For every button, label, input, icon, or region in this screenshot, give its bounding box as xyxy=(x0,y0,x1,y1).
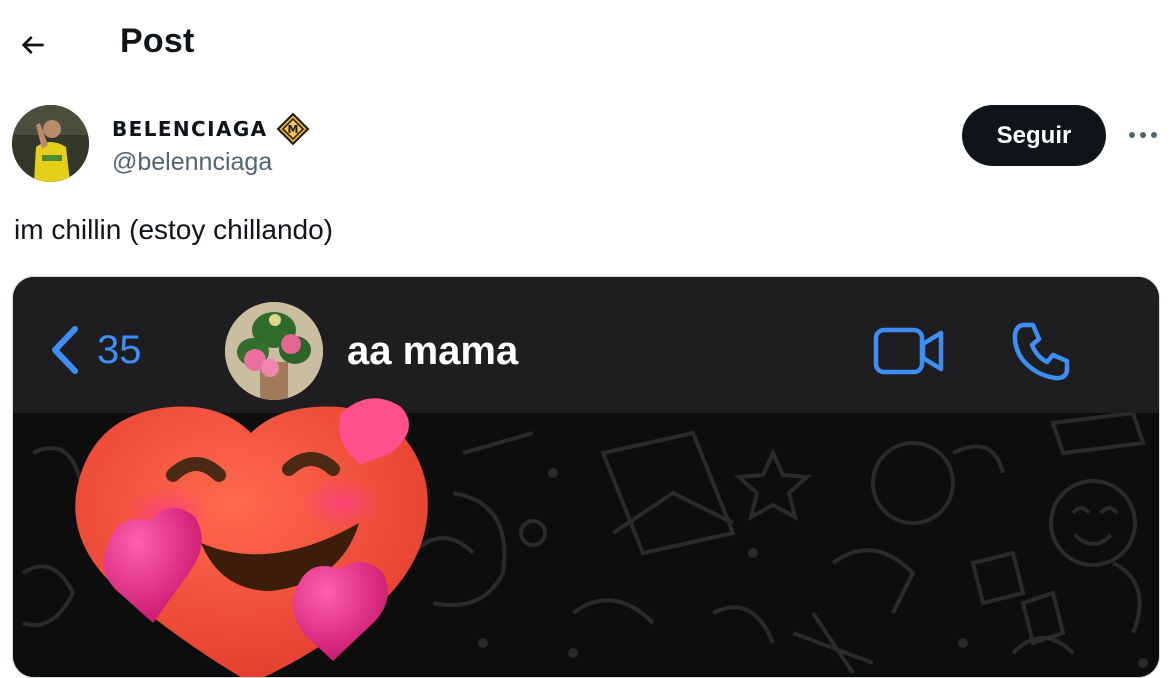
post-media-image[interactable]: 35 aa mama xyxy=(12,276,1160,678)
page-title: Post xyxy=(120,22,195,60)
avatar[interactable] xyxy=(12,105,89,182)
affiliate-badge-icon[interactable]: M xyxy=(276,112,310,146)
post-text: im chillin (estoy chillando) xyxy=(14,214,334,245)
more-dots-icon xyxy=(1129,132,1157,138)
author-name-row: BELENCIAGA M xyxy=(112,112,310,146)
chat-contact-avatar xyxy=(225,302,323,400)
chat-unread-count: 35 xyxy=(97,327,142,372)
arrow-left-icon xyxy=(21,36,44,54)
author-display-name[interactable]: BELENCIAGA xyxy=(112,117,268,141)
chat-contact-name: aa mama xyxy=(347,329,519,373)
chevron-left-icon xyxy=(52,326,78,374)
phone-icon xyxy=(1012,322,1070,381)
chat-back-button: 35 xyxy=(47,325,142,375)
back-button[interactable] xyxy=(14,26,52,64)
video-camera-icon xyxy=(873,327,944,375)
more-options-button[interactable] xyxy=(1123,122,1163,148)
post-header: Post xyxy=(0,0,1173,90)
author-handle[interactable]: @belennciaga xyxy=(112,148,272,177)
smiling-face-with-hearts-sticker xyxy=(75,398,428,677)
chat-background xyxy=(13,398,1159,677)
follow-button[interactable]: Seguir xyxy=(962,105,1106,166)
svg-text:M: M xyxy=(287,123,298,136)
